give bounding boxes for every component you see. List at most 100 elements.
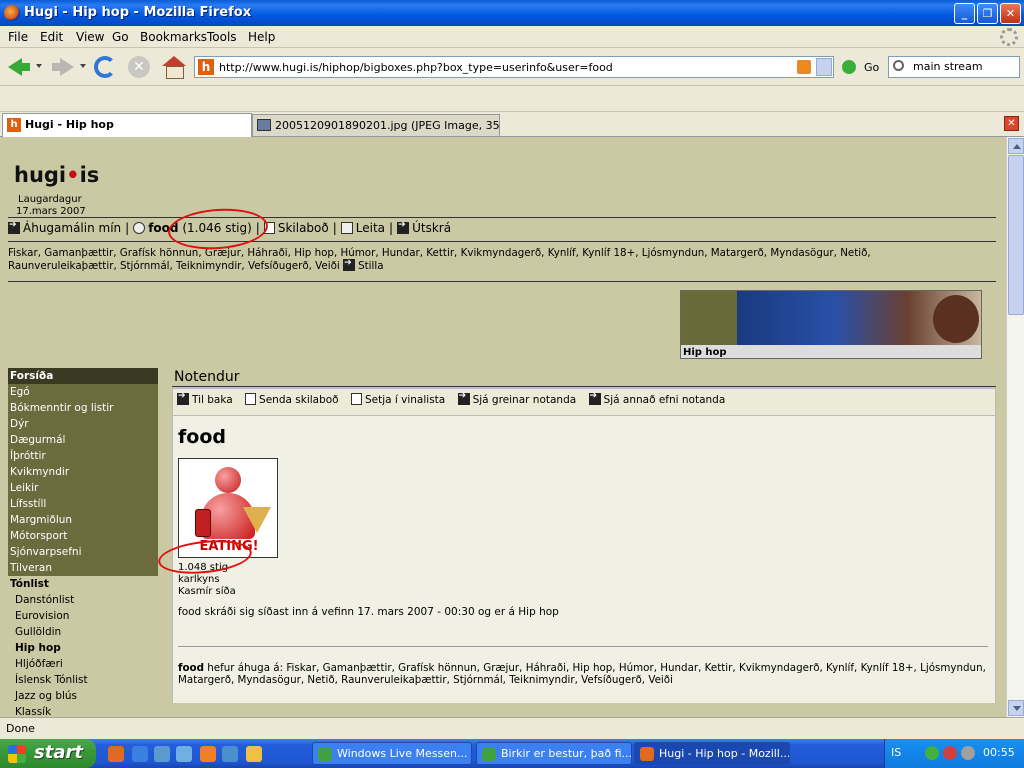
menu-tools[interactable]: Tools xyxy=(207,30,237,44)
forward-history-icon[interactable] xyxy=(80,64,86,68)
menu-file[interactable]: File xyxy=(8,30,28,44)
volume-tray-icon[interactable] xyxy=(961,746,975,760)
scroll-up-icon[interactable] xyxy=(1008,138,1024,154)
messenger-tray-icon[interactable] xyxy=(925,746,939,760)
firefox-quicklaunch-icon[interactable] xyxy=(108,746,124,762)
sidebar-item[interactable]: Leikir xyxy=(8,480,158,496)
close-button[interactable]: ✕ xyxy=(1000,3,1021,24)
hip-hop-banner[interactable]: Hip hop xyxy=(680,290,982,359)
soda-can-icon xyxy=(195,509,211,537)
app-quicklaunch-icon[interactable] xyxy=(176,746,192,762)
sidebar-subitem[interactable]: Íslensk Tónlist xyxy=(8,672,158,688)
hugi-logo[interactable]: hugi•is xyxy=(14,163,99,187)
taskbar-firefox[interactable]: Hugi - Hip hop - Mozill... xyxy=(634,742,790,765)
my-interests-link[interactable]: Áhugamálin mín xyxy=(23,221,121,235)
start-button[interactable]: start xyxy=(0,739,96,768)
search-icon[interactable] xyxy=(893,60,904,71)
taskbar-birkir[interactable]: Birkir er bestur, það fi... xyxy=(476,742,632,765)
sidebar-subitem[interactable]: Hip hop xyxy=(8,640,158,656)
sidebar-subitem[interactable]: Hljóðfæri xyxy=(8,656,158,672)
sidebar-section-tonlist[interactable]: Tónlist xyxy=(8,576,158,592)
home-icon[interactable] xyxy=(162,56,188,82)
interests-links[interactable]: Fiskar, Gamanþættir, Grafísk hönnun, Græ… xyxy=(8,247,871,272)
back-arrow-icon[interactable] xyxy=(6,54,32,80)
language-indicator[interactable]: IS xyxy=(891,746,901,759)
maximize-button[interactable]: ❐ xyxy=(977,3,998,24)
reload-icon[interactable] xyxy=(94,56,116,78)
sidebar-subitem[interactable]: Danstónlist xyxy=(8,592,158,608)
sidebar-item[interactable]: Kvikmyndir xyxy=(8,464,158,480)
tab-hugi-hip-hop[interactable]: h Hugi - Hip hop xyxy=(2,113,252,137)
sidebar-item[interactable]: Lífsstíll xyxy=(8,496,158,512)
banner-caption: Hip hop xyxy=(683,347,727,358)
url-bar[interactable]: h http://www.hugi.is/hiphop/bigboxes.php… xyxy=(194,56,834,78)
pizza-icon xyxy=(243,507,271,533)
go-button[interactable]: Go xyxy=(864,61,879,74)
minimize-button[interactable]: _ xyxy=(954,3,975,24)
url-text[interactable]: http://www.hugi.is/hiphop/bigboxes.php?b… xyxy=(219,61,613,74)
profile-body: food EATING! 1.048 stig karlkyns Kasmír … xyxy=(173,415,995,703)
site-favicon-icon: h xyxy=(198,59,214,75)
logout-link[interactable]: Útskrá xyxy=(412,221,451,235)
sidebar-item[interactable]: Dýr xyxy=(8,416,158,432)
stop-icon[interactable]: ✕ xyxy=(128,56,150,78)
sidebar-item[interactable]: Íþróttir xyxy=(8,448,158,464)
network-tray-icon[interactable] xyxy=(943,746,957,760)
menu-help[interactable]: Help xyxy=(248,30,275,44)
user-interests-links[interactable]: Fiskar, Gamanþættir, Grafísk hönnun, Græ… xyxy=(178,662,986,686)
sidebar-item[interactable]: Dægurmál xyxy=(8,432,158,448)
search-input[interactable] xyxy=(913,60,1017,73)
divider xyxy=(178,646,988,647)
vertical-scrollbar[interactable] xyxy=(1006,137,1024,717)
kasmir-link[interactable]: Kasmír síða xyxy=(178,586,236,598)
sidebar-subitem[interactable]: Jazz og blús xyxy=(8,688,158,704)
search-link[interactable]: Leita xyxy=(356,221,385,235)
sidebar-item[interactable]: Bókmenntir og listir xyxy=(8,400,158,416)
scroll-thumb[interactable] xyxy=(1008,155,1024,315)
hugi-favicon-icon: h xyxy=(7,118,21,132)
windows-taskbar: start Windows Live Messen... Birkir er b… xyxy=(0,739,1024,768)
close-tab-icon[interactable]: ✕ xyxy=(1004,116,1019,131)
view-other-content-action[interactable]: Sjá annað efni notanda xyxy=(588,391,725,406)
sidebar-subitem[interactable]: Eurovision xyxy=(8,608,158,624)
clock: 00:55 xyxy=(983,746,1015,759)
back-history-icon[interactable] xyxy=(36,64,42,68)
messages-link[interactable]: Skilaboð xyxy=(278,221,329,235)
taskbar-messenger[interactable]: Windows Live Messen... xyxy=(312,742,472,765)
user-interests: food hefur áhuga á: Fiskar, Gamanþættir,… xyxy=(178,662,988,686)
ie-quicklaunch-icon[interactable] xyxy=(132,746,148,762)
send-message-action[interactable]: Senda skilaboð xyxy=(245,393,339,406)
app-quicklaunch-icon[interactable] xyxy=(222,746,238,762)
windows-logo-icon xyxy=(8,745,26,763)
clock-quicklaunch-icon[interactable] xyxy=(246,746,262,762)
forward-arrow-icon[interactable] xyxy=(50,54,76,80)
sidebar-subitem[interactable]: Gullöldin xyxy=(8,624,158,640)
sidebar-item[interactable]: Margmiðlun xyxy=(8,512,158,528)
sidebar-subitem[interactable]: Klassík xyxy=(8,704,158,717)
add-friend-action[interactable]: Setja í vinalista xyxy=(350,393,445,406)
sidebar-item[interactable]: Egó xyxy=(8,384,158,400)
go-icon[interactable] xyxy=(842,60,856,74)
explorer-quicklaunch-icon[interactable] xyxy=(154,746,170,762)
sidebar-item[interactable]: Sjónvarpsefni xyxy=(8,544,158,560)
rss-feed-icon[interactable] xyxy=(797,60,811,74)
back-action[interactable]: Til baka xyxy=(177,391,233,406)
divider xyxy=(8,241,996,242)
settings-link[interactable]: Stilla xyxy=(358,260,383,272)
url-dropdown-icon[interactable] xyxy=(816,58,832,76)
search-box[interactable] xyxy=(888,56,1020,78)
tab-jpeg-image[interactable]: 2005120901890201.jpg (JPEG Image, 351x..… xyxy=(252,114,500,136)
sidebar-item[interactable]: Tilveran xyxy=(8,560,158,576)
scroll-down-icon[interactable] xyxy=(1008,700,1024,716)
menu-edit[interactable]: Edit xyxy=(40,30,63,44)
vlc-quicklaunch-icon[interactable] xyxy=(200,746,216,762)
divider xyxy=(8,281,996,282)
arrow-icon xyxy=(177,391,189,405)
view-articles-action[interactable]: Sjá greinar notanda xyxy=(457,391,576,406)
menu-bookmarks[interactable]: Bookmarks xyxy=(140,30,207,44)
menu-view[interactable]: View xyxy=(76,30,104,44)
sidebar-item[interactable]: Mótorsport xyxy=(8,528,158,544)
sidebar-item[interactable]: Forsíða xyxy=(8,368,158,384)
profile-actions: Til baka Senda skilaboð Setja í vinalist… xyxy=(177,391,734,413)
menu-go[interactable]: Go xyxy=(112,30,129,44)
